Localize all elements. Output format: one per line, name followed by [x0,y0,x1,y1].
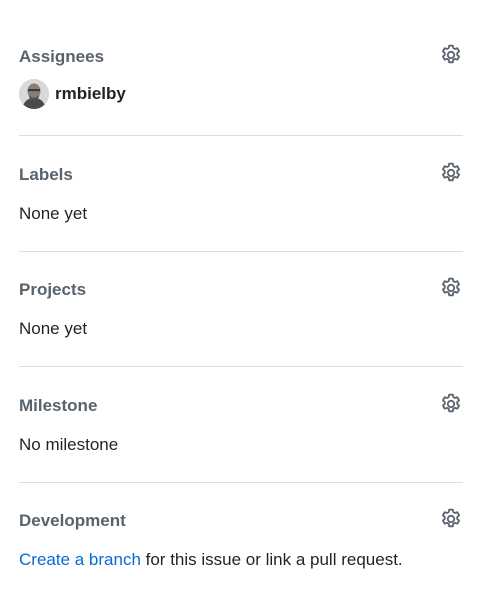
projects-value: None yet [19,319,88,338]
development-text: Create a branch for this issue or link a… [19,549,463,571]
divider [19,135,463,136]
projects-gear-icon[interactable] [439,276,463,300]
divider [19,366,463,367]
development-header: Development [19,507,463,535]
projects-section: Projects None yet [19,276,463,340]
divider [19,482,463,483]
development-section: Development Create a branch for this iss… [19,507,463,571]
milestone-section: Milestone No milestone [19,392,463,456]
labels-title: Labels [19,165,73,184]
assignees-title: Assignees [19,47,105,66]
divider [19,251,463,252]
projects-title: Projects [19,280,87,299]
milestone-gear-icon[interactable] [439,392,463,416]
milestone-value: No milestone [19,435,119,454]
labels-header: Labels [19,161,463,189]
development-gear-icon[interactable] [439,507,463,531]
issue-sidebar: Assignees rmbielby Labels None yet Proje… [0,0,497,597]
projects-header: Projects [19,276,463,304]
assignees-header: Assignees [19,43,463,71]
development-rest-text: for this issue or link a pull request. [140,550,403,569]
assignees-gear-icon[interactable] [439,43,463,67]
avatar[interactable] [19,79,49,109]
assignee-item[interactable]: rmbielby [19,79,463,109]
labels-section: Labels None yet [19,161,463,225]
development-title: Development [19,511,126,530]
labels-value: None yet [19,204,88,223]
milestone-header: Milestone [19,392,463,420]
milestone-title: Milestone [19,396,98,415]
assignee-login[interactable]: rmbielby [55,83,126,105]
create-branch-link[interactable]: Create a branch [19,550,141,569]
assignees-section: Assignees rmbielby [19,43,463,109]
labels-gear-icon[interactable] [439,161,463,185]
